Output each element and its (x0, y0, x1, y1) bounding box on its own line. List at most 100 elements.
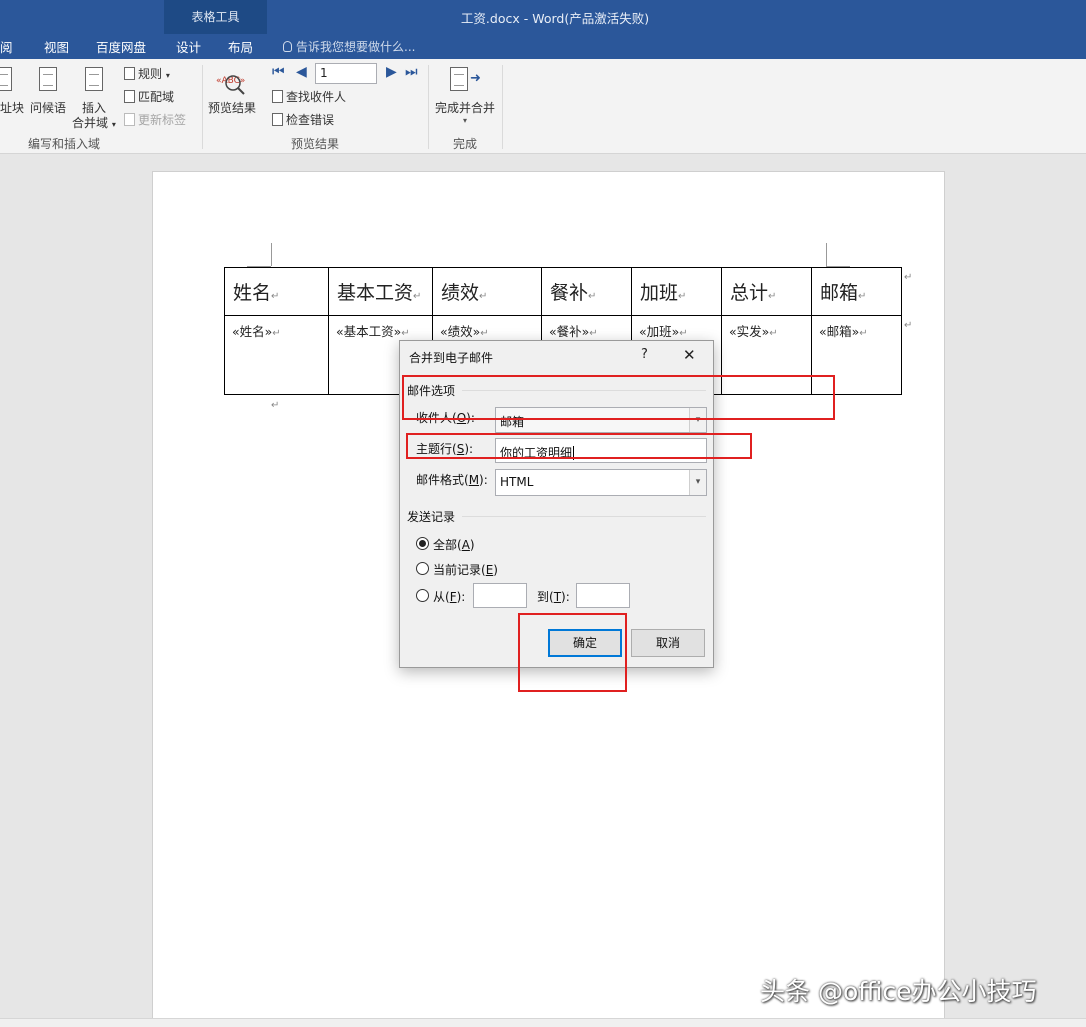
dialog-title: 合并到电子邮件 (409, 351, 494, 365)
group-label-write-insert: 编写和插入域 (28, 137, 101, 151)
find-recipient-button[interactable]: 查找收件人 (272, 88, 346, 105)
table-header-row: 姓名↵ 基本工资↵ 绩效↵ 餐补↵ 加班↵ 总计↵ 邮箱↵ (224, 267, 902, 316)
group-label-preview: 预览结果 (291, 137, 340, 151)
group-label-finish: 完成 (453, 137, 478, 151)
radio-current-label[interactable]: 当前记录(E) (433, 561, 498, 578)
check-errors-button[interactable]: 检查错误 (272, 111, 334, 128)
group-separator (502, 65, 503, 149)
ribbon: 址块 问候语 插入 合并域 ▾ 规则 ▾ 匹配域 更新标签 编写和插入域 «AB… (0, 59, 1086, 154)
update-labels-button[interactable]: 更新标签 (124, 111, 186, 128)
paragraph-mark: ↵ (271, 400, 280, 411)
close-icon[interactable]: ✕ (683, 346, 696, 364)
greeting-line-icon (39, 67, 57, 91)
watermark: 头条 @office办公小技巧 (760, 977, 1037, 1006)
tell-me-text: 告诉我您想要做什么... (296, 40, 416, 54)
mail-options-label: 邮件选项 (407, 384, 456, 398)
merge-field-cell[interactable]: «姓名»↵ (224, 315, 329, 395)
row-end-mark: ↵ (904, 272, 913, 283)
table-header-cell[interactable]: 餐补↵ (541, 267, 632, 316)
merge-to-email-dialog: 合并到电子邮件 ? ✕ 邮件选项 收件人(O): 邮箱 ▾ 主题行(S): 你的… (399, 340, 714, 668)
divider (462, 390, 706, 391)
finish-merge-icon (450, 67, 468, 91)
dropdown-arrow-icon: ▾ (165, 71, 170, 80)
merge-field-cell[interactable]: «实发»↵ (721, 315, 812, 395)
radio-all[interactable] (416, 537, 429, 550)
radio-from[interactable] (416, 589, 429, 602)
address-block-button[interactable]: 址块 (0, 99, 24, 116)
previous-record-icon[interactable]: ◀ (296, 64, 307, 80)
last-record-icon[interactable]: ⏭ (405, 64, 418, 80)
chevron-down-icon: ▾ (689, 470, 706, 495)
table-header-cell[interactable]: 加班↵ (631, 267, 722, 316)
table-header-cell[interactable]: 姓名↵ (224, 267, 329, 316)
cancel-button[interactable]: 取消 (631, 629, 705, 657)
help-button[interactable]: ? (641, 347, 648, 362)
subject-value: 你的工资明细 (500, 446, 573, 460)
insert-field-line2: 合并域 (72, 116, 109, 130)
rules-label: 规则 (138, 67, 163, 81)
ok-button[interactable]: 确定 (548, 629, 622, 657)
finish-merge-button[interactable]: 完成并合并 (435, 99, 495, 116)
tell-me-box[interactable]: 告诉我您想要做什么... (283, 38, 415, 55)
insert-merge-field-icon (85, 67, 103, 91)
to-range-input[interactable] (576, 583, 630, 608)
radio-current-record[interactable] (416, 562, 429, 575)
svg-text:«ABC»: «ABC» (216, 76, 245, 86)
radio-from-label[interactable]: 从(F): (433, 588, 465, 605)
tab-baidu-netdisk[interactable]: 百度网盘 (96, 37, 146, 56)
window-title: 工资.docx - Word(产品激活失败) (460, 11, 650, 26)
subject-label: 主题行(S): (416, 442, 474, 456)
address-block-icon (0, 67, 12, 91)
table-header-cell[interactable]: 绩效↵ (432, 267, 542, 316)
tab-review[interactable]: 阅 (0, 37, 13, 56)
to-combobox[interactable]: 邮箱 ▾ (495, 407, 707, 433)
match-fields-icon (124, 90, 135, 103)
ribbon-tab-row: 阅 视图 百度网盘 设计 布局 告诉我您想要做什么... (0, 34, 1086, 59)
insert-merge-field-button[interactable]: 合并域 ▾ (72, 114, 116, 131)
send-records-label: 发送记录 (407, 510, 456, 524)
format-value: HTML (500, 475, 534, 489)
tab-layout[interactable]: 布局 (228, 37, 253, 56)
record-number-input[interactable]: 1 (315, 63, 377, 84)
greeting-line-button[interactable]: 问候语 (30, 99, 66, 116)
format-label: 邮件格式(M): (416, 473, 488, 487)
to-range-label: 到(T): (537, 590, 570, 604)
group-separator (428, 65, 429, 149)
chevron-down-icon: ▾ (689, 408, 706, 432)
radio-all-label[interactable]: 全部(A) (433, 536, 475, 553)
rules-button[interactable]: 规则 ▾ (124, 65, 170, 82)
first-record-icon[interactable]: ⏮ (272, 64, 285, 80)
preview-results-button[interactable]: 预览结果 (208, 99, 256, 116)
row-end-mark: ↵ (904, 320, 913, 331)
find-recipient-label: 查找收件人 (286, 90, 347, 104)
to-value: 邮箱 (500, 415, 525, 429)
format-select[interactable]: HTML ▾ (495, 469, 707, 496)
crop-mark (271, 243, 272, 266)
tab-view[interactable]: 视图 (44, 37, 69, 56)
text-cursor (573, 446, 575, 460)
lightbulb-icon (283, 41, 292, 52)
to-label: 收件人(O): (416, 411, 475, 425)
check-errors-label: 检查错误 (286, 113, 335, 127)
dropdown-arrow-icon: ▾ (463, 116, 468, 125)
crop-mark (826, 243, 827, 266)
status-bar (0, 1018, 1086, 1027)
next-record-icon[interactable]: ▶ (386, 64, 397, 80)
tab-design[interactable]: 设计 (176, 37, 201, 56)
arrow-right-icon: ➜ (470, 71, 481, 86)
table-header-cell[interactable]: 基本工资↵ (328, 267, 433, 316)
table-header-cell[interactable]: 总计↵ (721, 267, 812, 316)
subject-input[interactable]: 你的工资明细 (495, 438, 707, 463)
divider (462, 516, 706, 517)
update-labels-icon (124, 113, 135, 126)
group-separator (202, 65, 203, 149)
table-header-cell[interactable]: 邮箱↵ (811, 267, 902, 316)
match-fields-button[interactable]: 匹配域 (124, 88, 174, 105)
merge-field-cell[interactable]: «邮箱»↵ (811, 315, 902, 395)
update-labels-label: 更新标签 (138, 113, 187, 127)
check-errors-icon (272, 113, 283, 126)
preview-results-icon: «ABC» (216, 75, 245, 95)
rules-icon (124, 67, 135, 80)
from-input[interactable] (473, 583, 527, 608)
match-fields-label: 匹配域 (138, 90, 175, 104)
